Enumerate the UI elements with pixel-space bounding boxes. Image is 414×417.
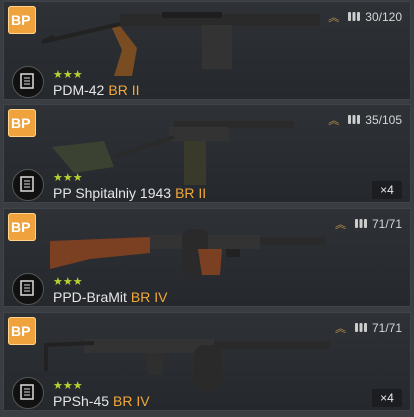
weapon-image [52, 121, 294, 185]
rank-chevron-icon: ︽ [334, 323, 346, 335]
weapon-image [42, 12, 320, 76]
ammo-counter: ︽ 35/105 [328, 112, 402, 128]
ammo-text: 71/71 [371, 217, 402, 231]
bp-badge-icon: BP [8, 6, 36, 34]
weapon-title: PP Shpitalniy 1943 [53, 185, 172, 201]
ammo-icon [347, 10, 361, 25]
ammo-counter: ︽ 30/120 [328, 9, 402, 25]
weapon-list: BP ︽ 30/120 ★★★ PDM-42 BR II BP ︽ 35/105… [0, 0, 414, 417]
ammo-text: 71/71 [371, 321, 402, 335]
weapon-title: PDM-42 [53, 82, 105, 98]
weapon-image [44, 339, 330, 391]
svg-text:BP: BP [11, 219, 30, 235]
battle-rating: BR IV [130, 289, 168, 305]
weapon-name: PDM-42 BR II [53, 82, 139, 98]
weapon-name: PP Shpitalniy 1943 BR II [53, 185, 206, 201]
item-count-badge: ×4 [372, 181, 402, 199]
battle-rating: BR II [175, 185, 207, 201]
svg-text:BP: BP [11, 323, 30, 339]
star-rating: ★★★ [53, 69, 83, 81]
weapon-card[interactable]: BP ︽ 71/71 ★★★ PPD-BraMit BR IV [3, 208, 411, 307]
ammo-icon [347, 113, 361, 128]
ammo-text: 30/120 [365, 10, 402, 24]
rank-chevron-icon: ︽ [334, 219, 346, 231]
weapon-card[interactable]: BP ︽ 35/105 ★★★ PP Shpitalniy 1943 BR II … [3, 104, 411, 203]
star-rating: ★★★ [53, 380, 83, 392]
bp-badge-icon: BP [8, 109, 36, 137]
manual-icon[interactable] [12, 273, 44, 305]
weapon-card[interactable]: BP ︽ 71/71 ★★★ PPSh-45 BR IV ×4 [3, 312, 411, 411]
star-rating: ★★★ [53, 172, 83, 184]
ammo-counter: ︽ 71/71 [335, 216, 402, 232]
weapon-name: PPSh-45 BR IV [53, 393, 150, 409]
manual-icon[interactable] [12, 377, 44, 409]
ammo-icon [354, 321, 368, 336]
svg-text:BP: BP [11, 115, 30, 131]
bp-badge-icon: BP [8, 317, 36, 345]
weapon-title: PPSh-45 [53, 393, 110, 409]
weapon-image [50, 229, 326, 275]
ammo-icon [354, 217, 368, 232]
battle-rating: BR II [108, 82, 140, 98]
rank-chevron-icon: ︽ [328, 12, 340, 24]
ammo-text: 35/105 [365, 113, 402, 127]
star-rating: ★★★ [53, 276, 83, 288]
svg-text:BP: BP [11, 12, 30, 28]
battle-rating: BR IV [113, 393, 150, 409]
manual-icon[interactable] [12, 66, 44, 98]
bp-badge-icon: BP [8, 213, 36, 241]
weapon-card[interactable]: BP ︽ 30/120 ★★★ PDM-42 BR II [3, 1, 411, 100]
manual-icon[interactable] [12, 169, 44, 201]
weapon-name: PPD-BraMit BR IV [53, 289, 167, 305]
item-count-badge: ×4 [372, 389, 402, 407]
rank-chevron-icon: ︽ [328, 115, 340, 127]
ammo-counter: ︽ 71/71 [335, 320, 402, 336]
weapon-title: PPD-BraMit [53, 289, 127, 305]
